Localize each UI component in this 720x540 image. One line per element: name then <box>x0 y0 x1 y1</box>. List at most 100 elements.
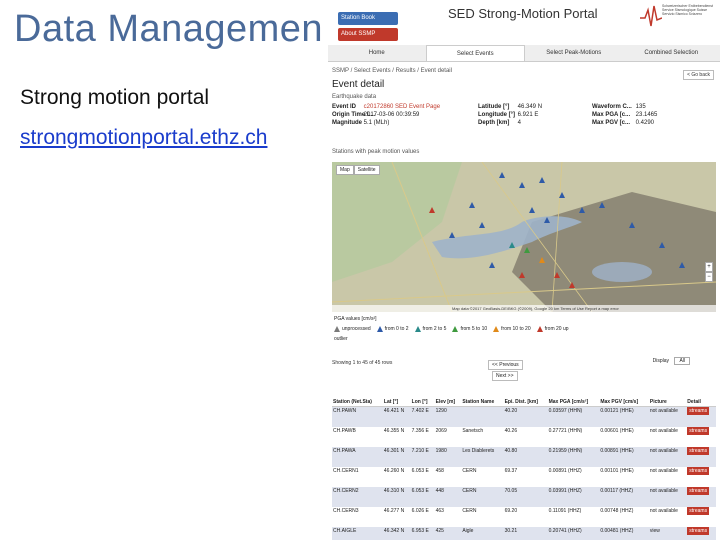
table-header-row: Station (Net.Sta) Lat [°] Lon [°] Elev [… <box>332 380 716 407</box>
pga-legend: PGA values [cm/s²] unprocessed from 0 to… <box>332 316 716 344</box>
breadcrumb[interactable]: SSMP / Select Events / Results / Event d… <box>332 68 452 74</box>
cell-value: CH.CERN2 <box>333 488 359 494</box>
cell-value: not available <box>649 508 678 514</box>
table-cell: 30.21 <box>503 527 548 540</box>
table-row[interactable]: CH.AIGLE 46.342 N 6.953 E 425 Aigle 30.21 0.20… <box>332 527 716 540</box>
about-button[interactable]: About SSMP <box>338 28 398 41</box>
col-header[interactable]: Max PGV [cm/s] <box>599 380 649 407</box>
table-cell: CH.AIGLE <box>332 527 383 540</box>
table-cell: not available <box>649 507 686 527</box>
legend-outlier: outlier <box>334 336 348 342</box>
table-row[interactable]: CH.CERN1 46.260 N 6.053 E 458 CERN 69.37 0.008… <box>332 467 716 487</box>
sed-logo: Schweizerischer Erdbebendienst Service S… <box>640 2 718 30</box>
info-value: 5.1 (MLh) <box>363 120 390 126</box>
portal-title: SED Strong-Motion Portal <box>448 6 598 21</box>
col-header[interactable]: Epi. Dist. [km] <box>503 380 548 407</box>
zoom-controls: + − <box>705 262 713 282</box>
info-value: 2017-03-06 00:39:59 <box>363 112 420 118</box>
info-label: Max PGA [c... <box>592 112 631 118</box>
portal-screenshot: Station Book About SSMP SED Strong-Motio… <box>328 0 720 540</box>
legend-label: from 10 to 20 <box>501 326 531 332</box>
cell-value: 40.26 <box>504 428 518 434</box>
table-row[interactable]: CH.CERN2 46.310 N 6.053 E 448 CERN 70.05 0.039… <box>332 487 716 507</box>
satellite-button[interactable]: Satellite <box>353 165 380 175</box>
streams-button[interactable]: streams <box>687 407 710 415</box>
col-header[interactable]: Max PGA [cm/s²] <box>547 380 600 407</box>
col-header[interactable]: Station (Net.Sta) <box>332 380 383 407</box>
cell-value: 0.00891 (HHZ) <box>548 468 582 474</box>
table-cell: 0.00891 (HHE) <box>599 447 649 467</box>
table-cell: CH.PAWN <box>332 406 383 427</box>
table-cell: 458 <box>435 467 462 487</box>
streams-button[interactable]: streams <box>687 487 710 495</box>
info-value: 23.1465 <box>635 112 658 118</box>
station-map[interactable]: Map Satellite + − Map data ©2017 GeoBasi… <box>332 162 716 312</box>
col-header[interactable]: Picture <box>648 380 687 407</box>
display-label: Display <box>652 358 670 364</box>
triangle-icon <box>334 326 340 332</box>
table-cell: 0.00121 (HHE) <box>599 406 649 427</box>
table-cell: not available <box>648 406 687 427</box>
table-row[interactable]: CH.PAWN 46.421 N 7.402 E 1290 40.20 0.03597 (… <box>332 406 716 427</box>
cell-value: 425 <box>435 528 444 534</box>
cell-value: 458 <box>435 468 444 474</box>
tab-home[interactable]: Home <box>328 45 426 61</box>
earthquake-subheading: Earthquake data <box>332 94 377 100</box>
streams-button[interactable]: streams <box>687 507 710 515</box>
previous-button[interactable]: << Previous <box>488 360 523 370</box>
info-value: 4 <box>517 120 522 126</box>
info-label: Magnitude <box>332 120 362 126</box>
triangle-icon <box>414 326 421 332</box>
cell-value: 1980 <box>435 448 447 454</box>
slide-bullet-text: Strong motion portal <box>20 86 210 109</box>
display-select[interactable]: All <box>674 357 690 365</box>
col-header[interactable]: Lat [°] <box>382 380 411 407</box>
cell-value: view <box>649 528 660 534</box>
table-cell: 0.00101 (HHE) <box>599 467 649 487</box>
cell-value: 6.026 E <box>411 508 429 514</box>
col-header[interactable]: Elev [m] <box>434 380 462 407</box>
table-cell: 69.37 <box>504 467 548 487</box>
table-cell: 46.260 N <box>383 467 411 487</box>
cell-value: CERN <box>462 468 477 474</box>
logo-text: Schweizerischer Erdbebendienst Service S… <box>662 4 713 16</box>
table-cell: 0.03597 (HHN) <box>547 406 600 427</box>
col-header[interactable]: Station Name <box>461 380 504 407</box>
table-cell: Sanetsch <box>461 427 503 447</box>
table-cell: 6.053 E <box>411 467 435 487</box>
table-cell: 0.11091 (HHZ) <box>548 507 600 527</box>
tab-select-peak-motions[interactable]: Select Peak-Motions <box>525 45 623 61</box>
table-cell: 425 <box>434 527 462 540</box>
streams-button[interactable]: streams <box>687 467 710 475</box>
go-back-button[interactable]: < Go back <box>683 70 714 80</box>
tab-select-events[interactable]: Select Events <box>425 45 525 61</box>
table-row[interactable]: CH.PAWA 46.301 N 7.210 E 1980 Les Diablerets… <box>332 447 716 467</box>
table-row[interactable]: CH.PAWB 46.355 N 7.356 E 2069 Sanetsch 40.26 0… <box>332 427 716 447</box>
legend-item: from 10 to 20 <box>493 326 531 332</box>
table-row[interactable]: CH.CERN3 46.277 N 6.026 E 463 CERN 69.20 0.110… <box>332 507 716 527</box>
station-book-button[interactable]: Station Book <box>338 12 398 25</box>
streams-button[interactable]: streams <box>687 427 710 435</box>
tab-combined-selection[interactable]: Combined Selection <box>623 45 720 61</box>
cell-value: 0.03597 (HHN) <box>548 408 583 414</box>
cell-value: 7.402 E <box>411 408 429 414</box>
slide-link[interactable]: strongmotionportal.ethz.ch <box>20 126 267 150</box>
zoom-in-icon[interactable]: + <box>705 262 713 272</box>
map-button[interactable]: Map <box>336 165 354 175</box>
cell-value: 7.356 E <box>411 428 429 434</box>
streams-button[interactable]: streams <box>687 527 710 535</box>
legend-item: from 5 to 10 <box>452 326 487 332</box>
table-cell: 46.355 N <box>383 427 411 447</box>
cell-value: 46.310 N <box>383 488 405 494</box>
table-cell: 40.26 <box>504 427 548 447</box>
table-body: CH.PAWN 46.421 N 7.402 E 1290 40.20 0.03597 (… <box>332 406 716 540</box>
col-header[interactable]: Lon [°] <box>410 380 435 407</box>
col-header[interactable]: Detail <box>686 380 716 407</box>
streams-button[interactable]: streams <box>687 447 710 455</box>
table-cell: 0.00891 (HHZ) <box>548 467 600 487</box>
event-id-link[interactable]: c20172860 SED Event Page <box>364 104 440 110</box>
cell-value: 30.21 <box>504 528 518 534</box>
zoom-out-icon[interactable]: − <box>705 272 713 282</box>
cell-value: 1290 <box>435 408 447 414</box>
table-cell: 6.026 E <box>411 507 435 527</box>
